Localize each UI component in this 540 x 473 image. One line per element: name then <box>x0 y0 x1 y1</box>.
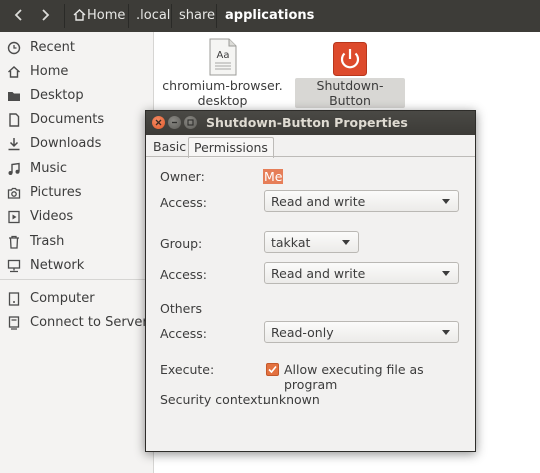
chevron-right-icon <box>42 9 50 21</box>
sidebar-item-documents[interactable]: Documents <box>0 108 153 132</box>
chevron-down-icon <box>342 240 350 245</box>
group-access-label: Access: <box>160 267 208 282</box>
sidebar-item-videos[interactable]: Videos <box>0 205 153 229</box>
file-item-chromium-browser-desktop[interactable]: Aa chromium-browser. desktop <box>160 38 285 108</box>
forward-button[interactable] <box>34 4 56 26</box>
others-access-dropdown[interactable]: Read-only <box>264 321 459 343</box>
tab-basic[interactable]: Basic <box>148 137 191 157</box>
file-item-shutdown-button[interactable]: Shutdown-Button <box>295 38 405 108</box>
sidebar-item-label: Downloads <box>30 136 102 151</box>
dialog-titlebar[interactable]: Shutdown-Button Properties <box>146 111 475 135</box>
sidebar-item-label: Recent <box>30 40 75 55</box>
text-file-icon: Aa <box>209 38 236 76</box>
home-icon <box>8 66 20 78</box>
owner-access-label: Access: <box>160 195 208 210</box>
others-label: Others <box>160 301 203 316</box>
minimize-button[interactable] <box>168 116 181 129</box>
group-label: Group: <box>160 236 203 251</box>
minimize-icon <box>172 121 177 124</box>
tab-permissions[interactable]: Permissions <box>188 137 274 158</box>
group-dropdown[interactable]: takkat <box>264 231 359 253</box>
sidebar-item-label: Music <box>30 161 67 176</box>
group-access-value: Read and write <box>271 266 366 281</box>
sidebar-item-label: Trash <box>30 234 65 249</box>
others-access-value: Read-only <box>271 325 334 340</box>
breadcrumb-home[interactable]: Home <box>64 4 135 28</box>
chevron-down-icon <box>442 330 450 335</box>
sidebar-item-label: Documents <box>30 112 105 127</box>
sidebar-item-home[interactable]: Home <box>0 60 153 84</box>
sidebar-item-label: Home <box>30 64 69 79</box>
owner-access-dropdown[interactable]: Read and write <box>264 190 459 212</box>
sidebar-item-label: Videos <box>30 209 74 224</box>
sidebar-item-computer[interactable]: Computer <box>0 287 153 311</box>
sidebar-item-desktop[interactable]: Desktop <box>0 84 153 108</box>
properties-dialog: Shutdown-Button Properties Basic Permiss… <box>145 110 476 452</box>
sidebar-item-network[interactable]: Network <box>0 254 153 278</box>
sidebar-item-label: Desktop <box>30 88 84 103</box>
others-access-label: Access: <box>160 326 208 341</box>
checkmark-icon <box>268 365 277 374</box>
sidebar-item-connect-to-server[interactable]: Connect to Server <box>0 311 153 335</box>
owner-value: Me <box>263 169 284 184</box>
sidebar-divider <box>0 279 153 280</box>
sidebar-item-music[interactable]: Music <box>0 157 153 181</box>
maximize-button[interactable] <box>184 116 197 129</box>
chevron-down-icon <box>442 199 450 204</box>
owner-label: Owner: <box>160 169 205 184</box>
back-button[interactable] <box>8 4 30 26</box>
document-icon <box>9 113 20 127</box>
power-icon <box>333 42 367 76</box>
chevron-left-icon <box>14 9 22 21</box>
download-icon <box>8 138 20 151</box>
trash-icon <box>9 235 19 249</box>
sidebar-item-label: Pictures <box>30 185 82 200</box>
execute-label: Execute: <box>160 362 215 377</box>
execute-checkbox-label[interactable]: Allow executing file as program <box>284 362 475 392</box>
sidebar-item-pictures[interactable]: Pictures <box>0 181 153 205</box>
sidebar-item-trash[interactable]: Trash <box>0 230 153 254</box>
execute-checkbox[interactable] <box>266 363 279 376</box>
close-icon <box>155 119 162 126</box>
sidebar-item-recent[interactable]: Recent <box>0 36 153 60</box>
chevron-down-icon <box>442 271 450 276</box>
owner-access-value: Read and write <box>271 194 366 209</box>
folder-icon <box>8 92 20 101</box>
home-icon <box>73 9 86 21</box>
path-toolbar: Home .local share applications <box>0 0 540 32</box>
sidebar-item-label: Computer <box>30 291 95 306</box>
video-icon <box>8 210 20 224</box>
sidebar-item-label: Network <box>30 258 85 273</box>
file-name-line2: desktop <box>197 93 248 108</box>
computer-icon <box>8 292 20 306</box>
sidebar-item-downloads[interactable]: Downloads <box>0 132 153 156</box>
file-name: Shutdown-Button <box>295 78 405 108</box>
maximize-icon <box>187 119 194 126</box>
security-context-label: Security context: <box>160 392 267 407</box>
music-icon <box>8 162 20 175</box>
svg-text:Aa: Aa <box>216 50 229 61</box>
dialog-title: Shutdown-Button Properties <box>206 115 408 130</box>
breadcrumb-home-label: Home <box>87 8 126 23</box>
camera-icon <box>7 187 21 199</box>
server-icon <box>8 316 20 330</box>
breadcrumb-applications[interactable]: applications <box>216 4 321 28</box>
sidebar-item-label: Connect to Server <box>30 315 148 330</box>
file-name: chromium-browser. <box>162 78 283 93</box>
group-value: takkat <box>271 235 311 250</box>
permissions-panel: Owner: Me Access: Read and write Group: … <box>146 156 475 452</box>
clock-icon <box>7 41 21 55</box>
security-context-value: unknown <box>263 392 320 407</box>
places-sidebar: Recent Home Desktop Documents Downloads … <box>0 32 154 473</box>
group-access-dropdown[interactable]: Read and write <box>264 262 459 284</box>
network-icon <box>7 259 21 273</box>
tab-bar: Basic Permissions <box>146 135 475 158</box>
close-button[interactable] <box>152 116 165 129</box>
